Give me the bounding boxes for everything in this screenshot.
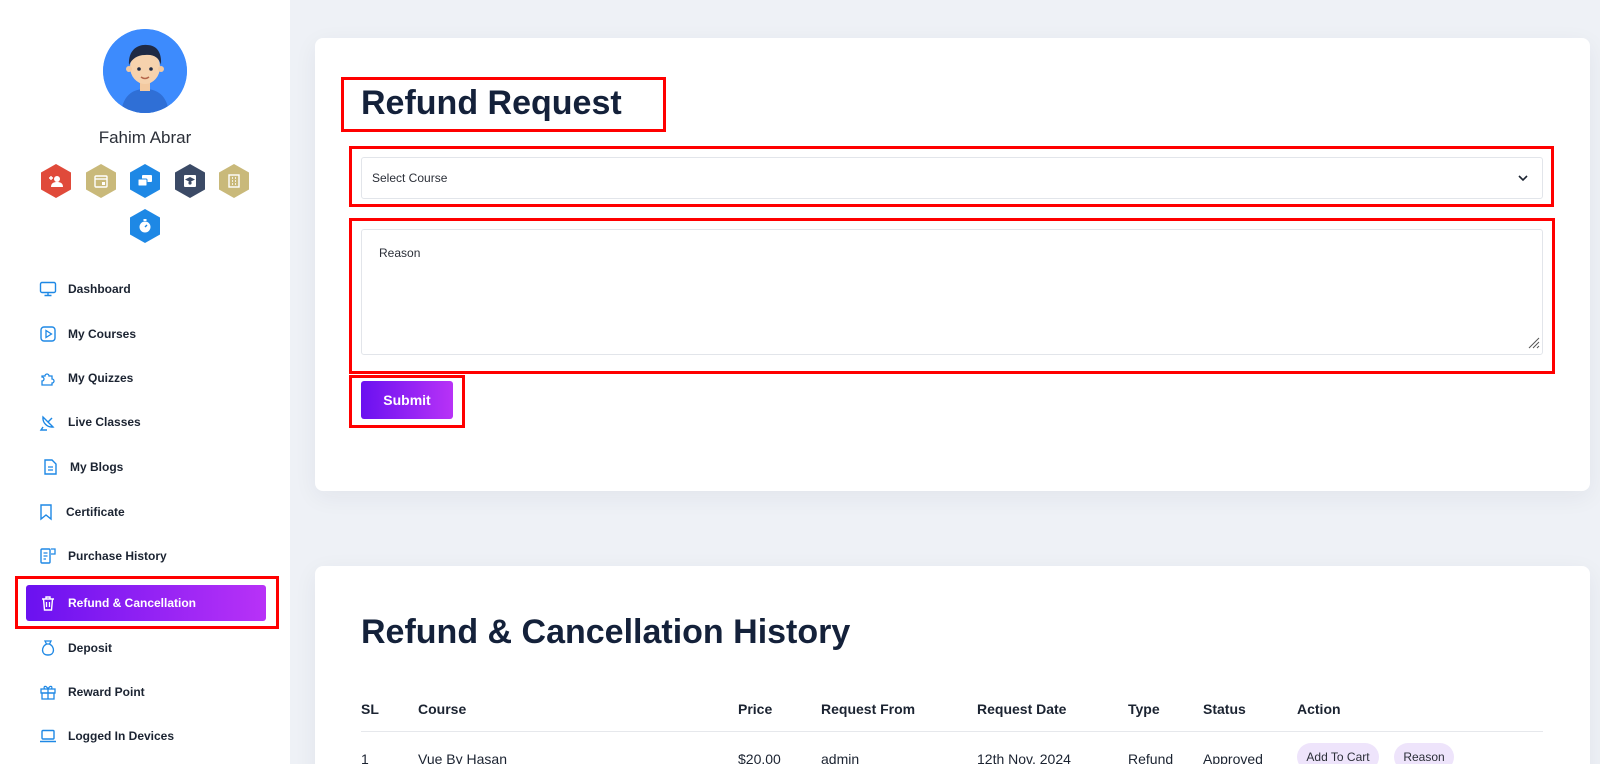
- sidebar: Fahim Abrar Dashboard My Courses My Quiz…: [0, 0, 290, 764]
- sidebar-item-label: My Blogs: [70, 460, 124, 474]
- chat-icon: [137, 175, 152, 187]
- sidebar-item-reward-point[interactable]: Reward Point: [26, 674, 266, 710]
- column-header-action: Action: [1297, 701, 1341, 717]
- cell-request-date: 12th Nov, 2024: [977, 751, 1071, 764]
- sidebar-item-label: Deposit: [68, 641, 113, 655]
- chevron-down-icon: [1516, 171, 1530, 188]
- column-header-status: Status: [1203, 701, 1246, 717]
- graduate-icon: [184, 175, 196, 187]
- cell-course: Vue By Hasan: [418, 751, 507, 764]
- gift-icon: [38, 682, 58, 702]
- receipt-icon: [38, 546, 58, 566]
- sidebar-item-my-courses[interactable]: My Courses: [26, 316, 266, 352]
- cell-price: $20.00: [738, 751, 781, 764]
- stopwatch-icon: [139, 219, 151, 233]
- history-title: Refund & Cancellation History: [361, 613, 851, 651]
- avatar-illustration: [103, 29, 187, 113]
- sidebar-item-my-quizzes[interactable]: My Quizzes: [26, 360, 266, 396]
- resize-handle-icon[interactable]: [1526, 335, 1540, 352]
- money-bag-icon: [38, 638, 58, 658]
- play-square-icon: [38, 324, 58, 344]
- sidebar-item-dashboard[interactable]: Dashboard: [26, 271, 266, 307]
- satellite-dish-icon: [38, 412, 58, 432]
- sidebar-item-label: Dashboard: [68, 282, 131, 296]
- sidebar-item-my-blogs[interactable]: My Blogs: [26, 449, 266, 485]
- page-title: Refund Request: [361, 84, 622, 122]
- course-select[interactable]: Select Course: [361, 157, 1543, 199]
- sidebar-item-label: Live Classes: [68, 415, 141, 429]
- submit-button[interactable]: Submit: [361, 381, 453, 419]
- add-to-cart-button[interactable]: Add To Cart: [1297, 743, 1379, 764]
- document-icon: [40, 457, 60, 477]
- badge-add-user[interactable]: [38, 163, 74, 199]
- sidebar-item-refund-cancellation[interactable]: Refund & Cancellation: [26, 585, 266, 621]
- column-header-course: Course: [418, 701, 467, 717]
- add-user-icon: [49, 176, 63, 187]
- badge-chat[interactable]: [127, 163, 163, 199]
- cell-status: Approved: [1203, 751, 1263, 764]
- sidebar-item-label: Refund & Cancellation: [68, 596, 197, 610]
- column-header-request-from: Request From: [821, 701, 916, 717]
- sidebar-item-label: Logged In Devices: [68, 729, 175, 743]
- cell-sl: 1: [361, 751, 369, 764]
- monitor-icon: [38, 279, 58, 299]
- cell-request-from: admin: [821, 751, 860, 764]
- sidebar-item-label: Reward Point: [68, 685, 145, 699]
- laptop-icon: [38, 726, 58, 746]
- calendar-icon: [94, 175, 108, 188]
- user-name: Fahim Abrar: [98, 128, 192, 147]
- bookmark-icon: [36, 502, 56, 522]
- reason-button[interactable]: Reason: [1394, 743, 1454, 764]
- column-header-type: Type: [1128, 701, 1160, 717]
- course-select-value: Select Course: [372, 171, 448, 185]
- history-card: [315, 566, 1590, 764]
- badge-stopwatch[interactable]: [127, 208, 163, 244]
- sidebar-item-deposit[interactable]: Deposit: [26, 630, 266, 666]
- sidebar-item-certificate[interactable]: Certificate: [26, 494, 266, 530]
- sidebar-item-label: My Quizzes: [68, 371, 134, 385]
- cell-type: Refund: [1128, 751, 1174, 764]
- sidebar-item-purchase-history[interactable]: Purchase History: [26, 538, 266, 574]
- column-header-request-date: Request Date: [977, 701, 1067, 717]
- reason-placeholder: Reason: [379, 246, 421, 260]
- sidebar-item-logged-in-devices[interactable]: Logged In Devices: [26, 718, 266, 754]
- sidebar-item-live-classes[interactable]: Live Classes: [26, 404, 266, 440]
- building-icon: [228, 174, 240, 188]
- sidebar-item-label: Certificate: [66, 505, 125, 519]
- badge-graduate[interactable]: [172, 163, 208, 199]
- column-header-price: Price: [738, 701, 773, 717]
- reason-textarea[interactable]: Reason: [361, 229, 1543, 355]
- table-divider: [361, 731, 1543, 732]
- sidebar-item-label: My Courses: [68, 327, 137, 341]
- badge-building[interactable]: [216, 163, 252, 199]
- trash-icon: [38, 593, 58, 613]
- column-header-sl: SL: [361, 701, 379, 717]
- avatar[interactable]: [103, 29, 187, 113]
- badge-calendar[interactable]: [83, 163, 119, 199]
- puzzle-icon: [38, 368, 58, 388]
- sidebar-item-label: Purchase History: [68, 549, 167, 563]
